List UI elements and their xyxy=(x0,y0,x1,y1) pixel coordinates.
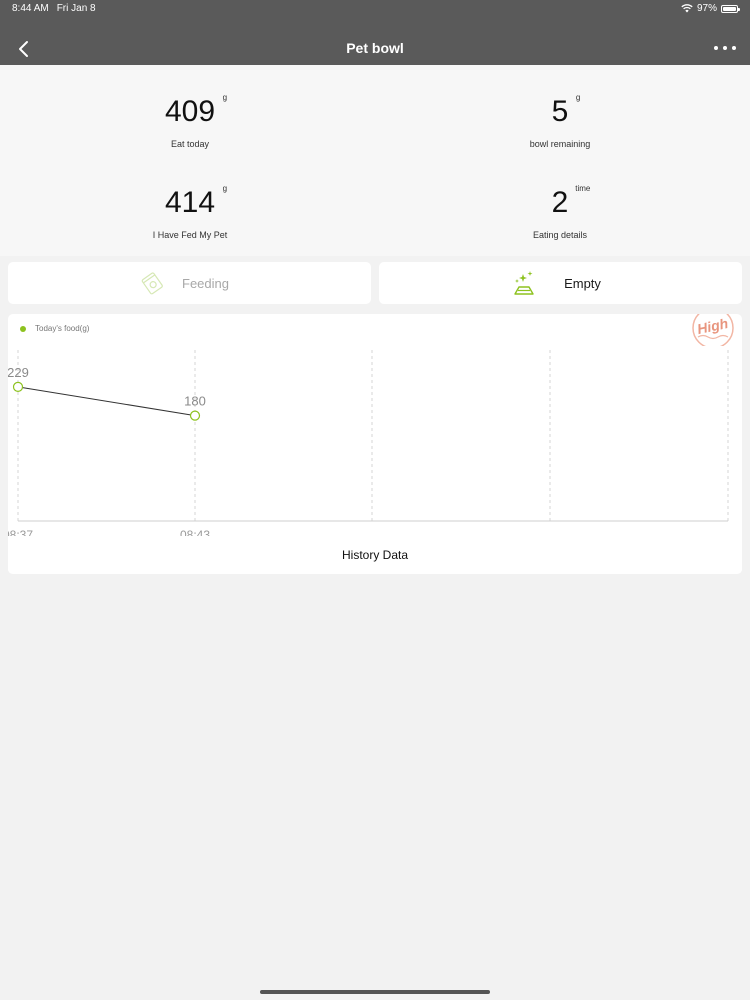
series-line xyxy=(17,386,196,417)
stat-unit: time xyxy=(575,184,591,193)
home-indicator xyxy=(260,990,490,994)
stat-unit: g xyxy=(222,93,228,102)
food-bag-icon xyxy=(141,272,163,295)
food-line-chart: 229 180 08:37 08:43 xyxy=(8,350,729,536)
empty-button[interactable]: Empty xyxy=(379,262,742,304)
stat-unit: g xyxy=(222,184,228,193)
food-chart-card: 229 180 08:37 08:43 Today's food(g) High Hi… xyxy=(8,314,742,574)
chart-legend: Today's food(g) xyxy=(20,324,89,333)
stat-label: Eating details xyxy=(532,230,588,240)
stat-bowl-remaining: 5 g bowl remaining xyxy=(470,93,650,149)
stat-label: bowl remaining xyxy=(529,139,591,149)
status-time: 8:44 AM Fri Jan 8 xyxy=(12,3,96,14)
legend-dot-icon xyxy=(20,325,26,332)
page-title: Pet bowl xyxy=(346,40,404,56)
more-dot-icon xyxy=(732,46,736,50)
data-point xyxy=(12,381,24,392)
x-tick-label: 08:37 xyxy=(8,528,33,536)
stat-value: 414 xyxy=(164,186,216,219)
status-time-text: 8:44 AM xyxy=(12,3,49,14)
stat-label: Eat today xyxy=(170,139,210,149)
x-tick-label: 08:43 xyxy=(180,528,210,536)
stat-value: 5 xyxy=(551,95,569,128)
stat-value: 409 xyxy=(164,95,216,128)
stat-eating-details[interactable]: 2 time Eating details xyxy=(470,184,650,240)
status-indicators: 97% xyxy=(681,3,740,14)
stat-fed-my-pet: 414 g I Have Fed My Pet xyxy=(100,184,280,240)
battery-percent: 97% xyxy=(696,3,717,14)
data-point xyxy=(189,410,201,421)
more-options-button[interactable] xyxy=(714,40,736,56)
clean-bowl-icon xyxy=(514,271,534,295)
stat-eat-today: 409 g Eat today xyxy=(100,93,280,149)
more-dot-icon xyxy=(723,46,727,50)
more-dot-icon xyxy=(714,46,718,50)
feeding-button[interactable]: Feeding xyxy=(8,262,371,304)
high-badge-text: High xyxy=(696,315,730,337)
data-label: 229 xyxy=(8,365,29,380)
app-header: 8:44 AM Fri Jan 8 97% Pet bowl xyxy=(0,0,750,65)
stats-panel: 409 g Eat today 5 g bowl remaining 414 g… xyxy=(0,65,750,256)
stat-label: I Have Fed My Pet xyxy=(152,230,228,240)
data-label: 180 xyxy=(184,394,206,409)
status-date: Fri Jan 8 xyxy=(56,3,96,14)
history-data-button[interactable]: History Data xyxy=(8,536,742,574)
battery-icon xyxy=(721,4,740,13)
wifi-icon xyxy=(681,4,693,13)
legend-label: Today's food(g) xyxy=(35,324,90,333)
high-badge-icon: High xyxy=(692,314,734,346)
stat-unit: g xyxy=(575,93,581,102)
stat-value: 2 xyxy=(551,186,569,219)
